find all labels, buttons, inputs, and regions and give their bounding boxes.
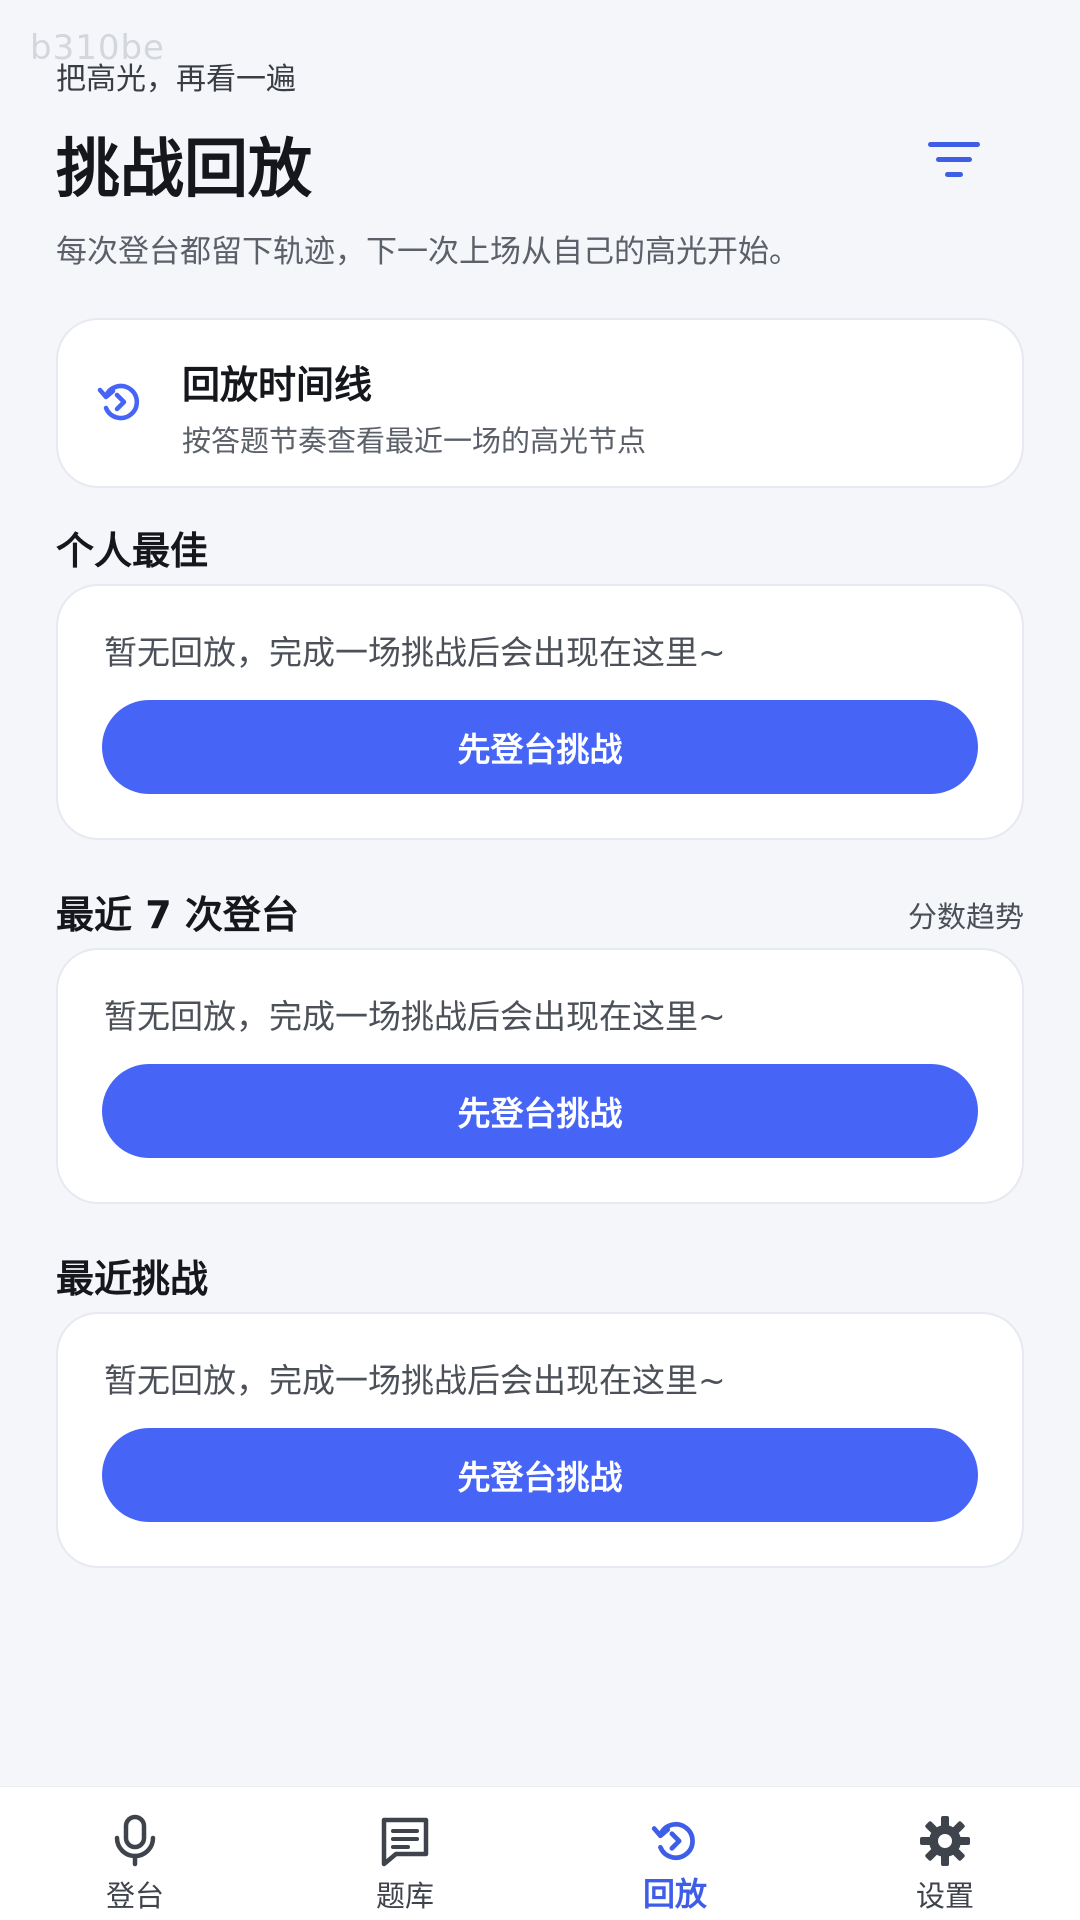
tab-label: 登台 — [105, 1879, 164, 1913]
score-trend-link[interactable]: 分数趋势 — [908, 894, 1024, 936]
tab-question-bank[interactable]: 题库 — [270, 1787, 540, 1920]
timeline-title: 回放时间线 — [182, 363, 373, 407]
gear-icon — [920, 1816, 970, 1866]
recent-7-card: 暂无回放，完成一场挑战后会出现在这里~ 先登台挑战 — [56, 948, 1024, 1204]
empty-state-text: 暂无回放，完成一场挑战后会出现在这里~ — [104, 633, 726, 672]
replay-icon — [651, 1822, 695, 1860]
empty-state-text: 暂无回放，完成一场挑战后会出现在这里~ — [104, 997, 726, 1036]
tab-label: 设置 — [915, 1879, 974, 1913]
timeline-card[interactable]: 回放时间线 按答题节奏查看最近一场的高光节点 — [56, 318, 1024, 488]
tab-stage[interactable]: 登台 — [0, 1787, 270, 1920]
section-title-personal-best: 个人最佳 — [56, 529, 209, 573]
section-title-recent-challenges: 最近挑战 — [56, 1257, 209, 1301]
start-challenge-button[interactable]: 先登台挑战 — [102, 1064, 978, 1158]
tab-replay[interactable]: 回放 — [540, 1787, 810, 1920]
timeline-description: 按答题节奏查看最近一场的高光节点 — [182, 424, 647, 458]
tab-label: 题库 — [375, 1879, 434, 1913]
tab-settings[interactable]: 设置 — [810, 1787, 1080, 1920]
question-bank-icon — [381, 1817, 429, 1867]
filter-button[interactable] — [918, 130, 990, 190]
section-title-recent-7: 最近 7 次登台 — [56, 893, 299, 937]
page-title: 挑战回放 — [56, 133, 312, 207]
filter-icon — [928, 142, 980, 177]
start-challenge-button[interactable]: 先登台挑战 — [102, 700, 978, 794]
recent-challenges-card: 暂无回放，完成一场挑战后会出现在这里~ 先登台挑战 — [56, 1312, 1024, 1568]
page-subtitle: 每次登台都留下轨迹，下一次上场从自己的高光开始。 — [56, 234, 800, 270]
empty-state-text: 暂无回放，完成一场挑战后会出现在这里~ — [104, 1361, 726, 1400]
personal-best-card: 暂无回放，完成一场挑战后会出现在这里~ 先登台挑战 — [56, 584, 1024, 840]
replay-page: b310be 把高光，再看一遍 挑战回放 每次登台都留下轨迹，下一次上场从自己的… — [0, 0, 1080, 1920]
bottom-tab-bar: 登台 题库 回放 设置 — [0, 1786, 1080, 1920]
page-kicker: 把高光，再看一遍 — [56, 62, 296, 97]
tab-label: 回放 — [642, 1875, 707, 1913]
start-challenge-button[interactable]: 先登台挑战 — [102, 1428, 978, 1522]
microphone-icon — [114, 1814, 156, 1867]
replay-icon — [97, 383, 139, 421]
